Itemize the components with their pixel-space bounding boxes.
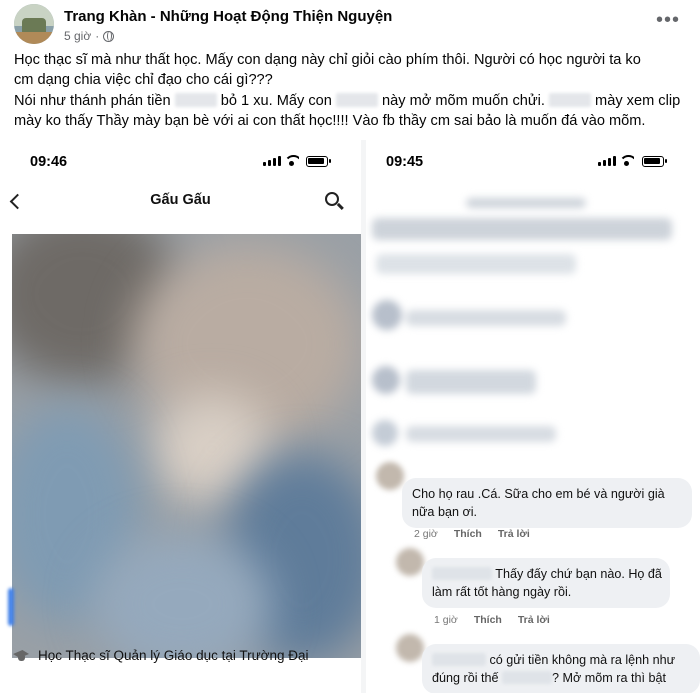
- comment-2-like-button[interactable]: Thích: [474, 614, 502, 626]
- status-time: 09:46: [30, 154, 68, 170]
- comment-3-line-2-part-b: ? Mở mõm ra thì bật: [552, 671, 666, 685]
- comment-3: có gửi tiền không mà ra lệnh như đúng rồ…: [422, 644, 700, 693]
- post-images[interactable]: 09:46 Gấu Gấu Học Thạc sĩ Quản lý Giáo d…: [0, 140, 700, 693]
- comment-3-line-2-part-a: đúng rồi thế: [432, 671, 499, 685]
- post-line-4: mày ko thấy Thầy mày bạn bè với ai con t…: [14, 113, 646, 130]
- comment-1-like-button[interactable]: Thích: [454, 528, 482, 540]
- post-text: Học thạc sĩ mà như thất học. Mấy con dạn…: [14, 50, 690, 132]
- post-line-1: Học thạc sĩ mà như thất học. Mấy con dạn…: [14, 52, 641, 68]
- comment-2-reply-button[interactable]: Trả lời: [518, 614, 550, 626]
- graduation-cap-icon: [12, 650, 30, 662]
- post-line-3-part-d: mày xem clip: [595, 92, 681, 109]
- author-avatar[interactable]: [14, 4, 54, 44]
- screenshot-comments: 09:45 Cho họ rau .Cá. Sữa cho em bé và n…: [366, 140, 700, 693]
- redacted-blur: [335, 92, 378, 107]
- signal-icon: [598, 156, 616, 166]
- comment-3-line-2: đúng rồi thế ? Mở mõm ra thì bật: [432, 669, 700, 687]
- author-name[interactable]: Trang Khàn - Những Hoạt Động Thiện Nguyệ…: [64, 8, 392, 25]
- blurred-comments: [366, 190, 700, 470]
- battery-icon: [306, 156, 331, 167]
- comment-3-line-1: có gửi tiền không mà ra lệnh như: [432, 651, 700, 669]
- profile-nav-bar: Gấu Gấu: [0, 188, 361, 224]
- post-line-3-part-c: này mở mõm muốn chửi.: [382, 92, 545, 109]
- commenter-avatar[interactable]: [396, 634, 424, 662]
- commenter-avatar[interactable]: [396, 548, 424, 576]
- comment-2-time: 1 giờ: [434, 614, 458, 626]
- blurred-button: [8, 588, 14, 626]
- facebook-post: Trang Khàn - Những Hoạt Động Thiện Nguyệ…: [0, 0, 700, 693]
- comment-2-line-1-text: Thấy đấy chứ bạn nào. Họ đã: [495, 567, 662, 581]
- comment-2-line-2: làm rất tốt hàng ngày rồi.: [432, 585, 572, 599]
- redacted-blur: [548, 92, 591, 107]
- comment-1-line-2: nữa bạn ơi.: [412, 505, 478, 519]
- redacted-name: [502, 671, 553, 684]
- battery-icon: [642, 156, 667, 167]
- comment-1: Cho họ rau .Cá. Sữa cho em bé và người g…: [402, 478, 692, 528]
- profile-title: Gấu Gấu: [150, 192, 211, 208]
- wifi-icon: [619, 155, 634, 166]
- redacted-blur: [174, 92, 217, 107]
- comment-1-time: 2 giờ: [414, 528, 438, 540]
- comment-2-line-1: Thấy đấy chứ bạn nào. Họ đã: [432, 565, 662, 583]
- profile-bio: Học Thạc sĩ Quản lý Giáo dục tại Trường …: [12, 648, 309, 663]
- bio-text: Học Thạc sĩ Quản lý Giáo dục tại Trường …: [38, 648, 309, 663]
- search-icon[interactable]: [325, 192, 339, 206]
- comment-1-reply-button[interactable]: Trả lời: [498, 528, 530, 540]
- status-time: 09:45: [386, 154, 424, 170]
- signal-icon: [263, 156, 281, 166]
- comment-1-actions: 2 giờ Thích Trả lời: [414, 528, 530, 540]
- comment-1-line-1: Cho họ rau .Cá. Sữa cho em bé và người g…: [412, 487, 665, 501]
- wifi-icon: [284, 155, 299, 166]
- post-header: Trang Khàn - Những Hoạt Động Thiện Nguyệ…: [14, 4, 686, 46]
- comment-2: Thấy đấy chứ bạn nào. Họ đã làm rất tốt …: [422, 558, 670, 608]
- redacted-name: [432, 653, 486, 666]
- post-line-3: Nói như thánh phán tiền bỏ 1 xu. Mấy con…: [14, 91, 690, 111]
- more-icon[interactable]: •••: [656, 10, 680, 30]
- post-line-3-part-b: bỏ 1 xu. Mấy con: [220, 92, 332, 109]
- comment-3-line-1-text: có gửi tiền không mà ra lệnh như: [489, 653, 676, 667]
- screenshot-profile: 09:46 Gấu Gấu Học Thạc sĩ Quản lý Giáo d…: [0, 140, 361, 693]
- separator-dot: ·: [95, 29, 100, 43]
- commenter-avatar[interactable]: [376, 462, 404, 490]
- redacted-name: [432, 567, 492, 580]
- comment-2-actions: 1 giờ Thích Trả lời: [434, 614, 550, 626]
- globe-icon: [103, 30, 115, 42]
- post-line-3-part-a: Nói như thánh phán tiền: [14, 92, 171, 109]
- post-line-2: cm dạng chia việc chỉ đạo cho cái gì???: [14, 72, 273, 89]
- post-meta: 5 giờ ·: [64, 29, 115, 43]
- blurred-profile-photo: [12, 234, 361, 658]
- post-time[interactable]: 5 giờ: [64, 29, 91, 43]
